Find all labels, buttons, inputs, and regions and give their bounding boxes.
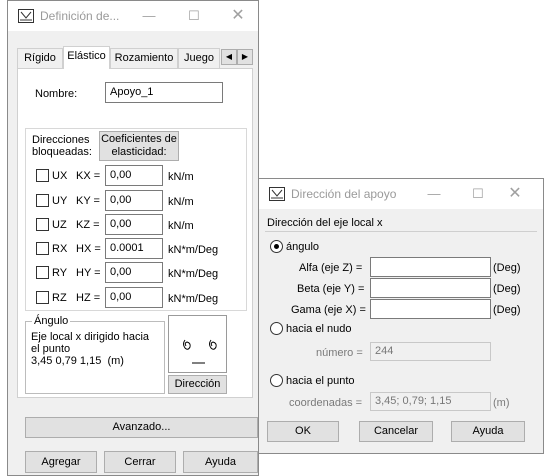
tab-scroll-left-icon[interactable]: ◀ bbox=[221, 49, 237, 65]
unit-label: kN/m bbox=[168, 171, 194, 183]
alfa-input[interactable] bbox=[370, 257, 491, 277]
unit-label: kN/m bbox=[168, 196, 194, 208]
tab-elastico[interactable]: Elástico bbox=[63, 46, 110, 69]
coef-label: KY = bbox=[76, 195, 100, 207]
close-button[interactable]: Cerrar bbox=[104, 451, 176, 473]
dof-label: UZ bbox=[52, 219, 67, 231]
node-number-input[interactable]: 244 bbox=[370, 342, 491, 361]
name-input[interactable]: Apoyo_1 bbox=[105, 82, 223, 103]
support-definition-dialog: Definición de... — ☐ ✕ Rígido Elástico R… bbox=[7, 0, 259, 476]
minimize-icon[interactable]: — bbox=[138, 6, 160, 26]
coef-label: HY = bbox=[76, 267, 101, 279]
maximize-icon[interactable]: ☐ bbox=[467, 184, 489, 204]
direction-button[interactable]: Dirección bbox=[168, 375, 227, 394]
checkbox-uy[interactable] bbox=[36, 194, 49, 207]
help-button[interactable]: Ayuda bbox=[451, 421, 525, 442]
window-title: Definición de... bbox=[40, 9, 120, 23]
unit-label: kN/m bbox=[168, 220, 194, 232]
beta-unit: (Deg) bbox=[493, 283, 521, 295]
coef-input-kx[interactable]: 0,00 bbox=[105, 165, 163, 186]
app-icon bbox=[18, 9, 34, 23]
beta-label: Beta (eje Y) = bbox=[297, 283, 365, 295]
add-button[interactable]: Agregar bbox=[25, 451, 97, 473]
orientation-eyes-icon bbox=[183, 339, 217, 364]
support-direction-dialog: Dirección del apoyo — ☐ ✕ Dirección del … bbox=[258, 178, 544, 454]
toward-point-label: hacia el punto bbox=[286, 375, 355, 387]
coef-label: HZ = bbox=[76, 292, 101, 304]
gama-label: Gama (eje X) = bbox=[291, 304, 366, 316]
ok-button[interactable]: OK bbox=[267, 421, 339, 442]
alfa-label: Alfa (eje Z) = bbox=[299, 262, 363, 274]
coef-label: KZ = bbox=[76, 219, 100, 231]
blocked-directions-label: Direcciones bloqueadas: bbox=[32, 134, 92, 158]
elasticity-coefficients-button[interactable]: Coeficientes de elasticidad: bbox=[99, 131, 179, 161]
checkbox-rz[interactable] bbox=[36, 291, 49, 304]
number-label: número = bbox=[316, 347, 363, 359]
coef-input-hx[interactable]: 0.0001 bbox=[105, 238, 163, 259]
tab-scroll-right-icon[interactable]: ▶ bbox=[237, 49, 253, 65]
angle-radio[interactable] bbox=[270, 240, 283, 253]
title-bar: Dirección del apoyo — ☐ ✕ bbox=[259, 179, 543, 209]
group-separator bbox=[265, 231, 537, 232]
toward-node-radio[interactable] bbox=[270, 322, 283, 335]
coef-input-hz[interactable]: 0,00 bbox=[105, 287, 163, 308]
dof-label: RY bbox=[52, 267, 68, 279]
gama-input[interactable] bbox=[370, 299, 491, 319]
coordinates-label: coordenadas = bbox=[289, 397, 363, 409]
tab-juego[interactable]: Juego bbox=[178, 48, 220, 68]
coef-input-hy[interactable]: 0,00 bbox=[105, 262, 163, 283]
toward-point-radio[interactable] bbox=[270, 374, 283, 387]
dof-label: RX bbox=[52, 243, 68, 255]
window-title: Dirección del apoyo bbox=[291, 187, 397, 201]
name-label: Nombre: bbox=[35, 88, 78, 100]
close-icon[interactable]: ✕ bbox=[504, 184, 526, 204]
maximize-icon[interactable]: ☐ bbox=[183, 6, 205, 26]
beta-input[interactable] bbox=[370, 278, 491, 298]
tab-rozamiento[interactable]: Rozamiento bbox=[110, 48, 178, 68]
cancel-button[interactable]: Cancelar bbox=[359, 421, 433, 442]
angle-text: Eje local x dirigido hacia el punto 3,45… bbox=[31, 331, 150, 367]
tab-rigido[interactable]: Rígido bbox=[17, 48, 63, 68]
unit-label: kN*m/Deg bbox=[168, 244, 219, 256]
dof-label: UX bbox=[52, 170, 68, 182]
coef-label: KX = bbox=[76, 170, 101, 182]
unit-label: kN*m/Deg bbox=[168, 268, 219, 280]
checkbox-ry[interactable] bbox=[36, 266, 49, 279]
close-icon[interactable]: ✕ bbox=[227, 6, 249, 26]
local-x-axis-group-label: Dirección del eje local x bbox=[267, 217, 383, 229]
coef-input-kz[interactable]: 0,00 bbox=[105, 214, 163, 235]
coef-label: HX = bbox=[76, 243, 101, 255]
minimize-icon[interactable]: — bbox=[423, 184, 445, 204]
unit-label: kN*m/Deg bbox=[168, 293, 219, 305]
dof-label: RZ bbox=[52, 292, 67, 304]
advanced-button[interactable]: Avanzado... bbox=[25, 417, 258, 438]
coordinates-unit: (m) bbox=[493, 397, 510, 409]
coef-input-ky[interactable]: 0,00 bbox=[105, 190, 163, 211]
angle-radio-label: ángulo bbox=[286, 241, 320, 253]
alfa-unit: (Deg) bbox=[493, 262, 521, 274]
app-icon bbox=[269, 187, 285, 201]
checkbox-uz[interactable] bbox=[36, 218, 49, 231]
direction-preview bbox=[168, 315, 227, 373]
coordinates-input[interactable]: 3,45; 0,79; 1,15 bbox=[370, 392, 491, 411]
checkbox-ux[interactable] bbox=[36, 169, 49, 182]
angle-group-label: Ángulo bbox=[32, 315, 71, 327]
dof-label: UY bbox=[52, 195, 68, 207]
title-bar: Definición de... — ☐ ✕ bbox=[8, 1, 258, 31]
checkbox-rx[interactable] bbox=[36, 242, 49, 255]
gama-unit: (Deg) bbox=[493, 304, 521, 316]
toward-node-label: hacia el nudo bbox=[286, 323, 352, 335]
help-button[interactable]: Ayuda bbox=[183, 451, 258, 473]
